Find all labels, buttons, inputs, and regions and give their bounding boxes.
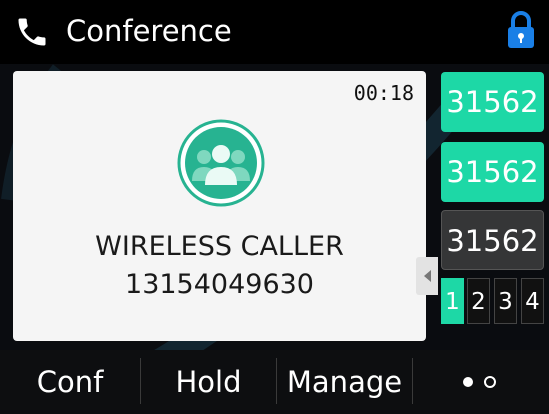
caller-number: 13154049630 — [125, 269, 314, 300]
line-key-3[interactable]: 31562 — [441, 210, 544, 270]
collapse-tab[interactable] — [416, 257, 438, 295]
call-timer: 00:18 — [353, 81, 414, 105]
header-bar: Conference — [0, 0, 549, 64]
page-indicator-1[interactable]: 1 — [441, 278, 464, 324]
line-key-2[interactable]: 31562 — [441, 142, 544, 202]
chevron-left-icon — [424, 270, 431, 282]
more-dots-icon — [463, 376, 496, 388]
group-avatar-icon — [177, 119, 265, 207]
page-title: Conference — [66, 14, 232, 48]
manage-button[interactable]: Manage — [277, 350, 412, 410]
conf-button[interactable]: Conf — [0, 350, 140, 410]
page-indicator-3[interactable]: 3 — [494, 278, 517, 324]
line-key-1[interactable]: 31562 — [441, 72, 544, 132]
page-indicator-2[interactable]: 2 — [467, 278, 490, 324]
lock-icon[interactable] — [505, 10, 537, 50]
call-card: 00:18 WIRELESS CALLER 13154049630 — [13, 71, 438, 341]
hold-button[interactable]: Hold — [141, 350, 276, 410]
phone-icon — [18, 18, 46, 46]
page-indicator-4[interactable]: 4 — [521, 278, 544, 324]
caller-name: WIRELESS CALLER — [95, 231, 344, 262]
